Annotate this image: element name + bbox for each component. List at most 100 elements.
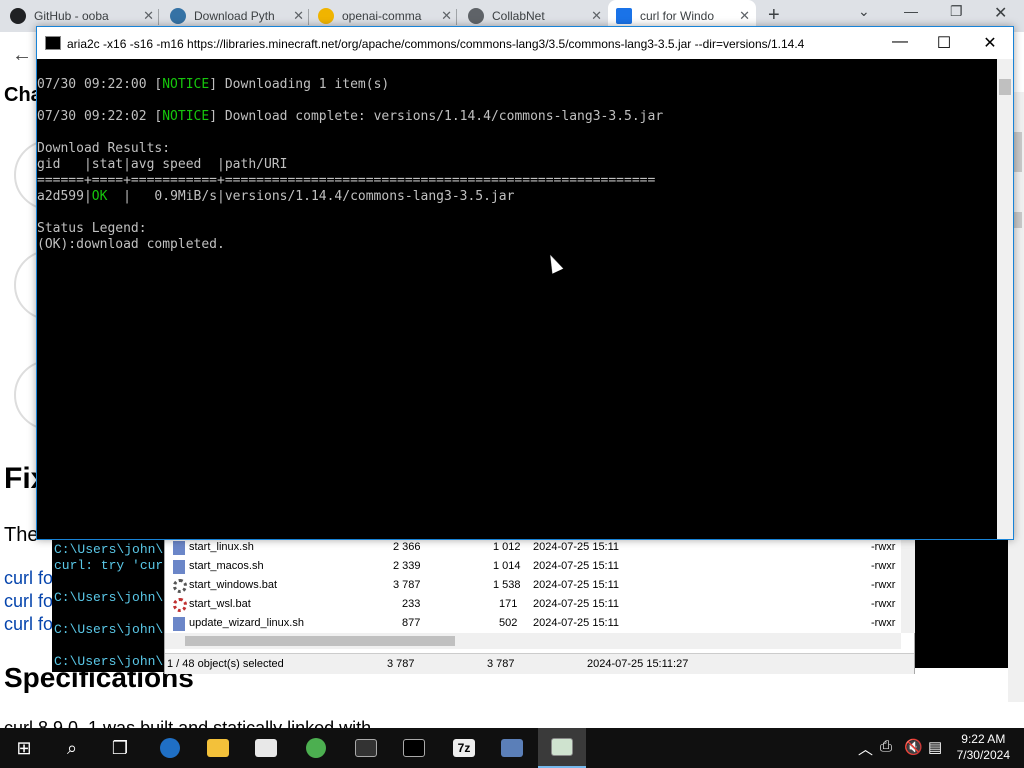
- selection-size: 3 787: [387, 658, 415, 670]
- python-icon: [170, 8, 186, 24]
- volume-muted-icon[interactable]: 🔇: [904, 738, 923, 756]
- desktop: GitHub - ooba ✕ Download Pyth ✕ openai-c…: [0, 0, 1024, 768]
- close-button[interactable]: ✕: [975, 33, 1005, 53]
- file-date: 2024-07-25 15:11: [533, 579, 620, 591]
- minimize-icon[interactable]: —: [904, 3, 918, 19]
- github-icon: [10, 8, 26, 24]
- tab-label: curl for Windo: [640, 9, 715, 23]
- folder-icon: [207, 739, 229, 757]
- tab-label: GitHub - ooba: [34, 9, 109, 23]
- console-output[interactable]: 07/30 09:22:00 [NOTICE] Downloading 1 it…: [37, 59, 997, 539]
- clock-date: 7/30/2024: [956, 748, 1010, 762]
- scroll-thumb[interactable]: [185, 636, 455, 646]
- store-icon: [255, 739, 277, 757]
- curl-link[interactable]: curl fo: [4, 568, 53, 589]
- log-prefix: 07/30 09:22:00 [: [37, 77, 163, 92]
- clock[interactable]: 9:22 AM 7/30/2024: [957, 731, 1010, 763]
- file-explorer-taskbar-button[interactable]: [194, 728, 242, 768]
- file-packed-size: 502: [499, 617, 518, 629]
- selection-count: 1 / 48 object(s) selected: [167, 658, 284, 670]
- task-view-button[interactable]: ❐: [96, 728, 144, 768]
- legend-ok: (OK):download completed.: [37, 237, 225, 252]
- close-icon[interactable]: ✕: [293, 8, 304, 24]
- log-line: 07/30 09:22:02 [NOTICE] Download complet…: [37, 109, 663, 125]
- result-status: OK: [91, 189, 108, 204]
- table-separator: ======+====+===========+================…: [37, 173, 656, 188]
- file-packed-size: 1 014: [493, 560, 521, 572]
- tab-divider: [308, 9, 309, 25]
- file-list-horizontal-scrollbar[interactable]: [165, 633, 901, 649]
- globe-icon: [468, 8, 484, 24]
- file-row[interactable]: start_macos.sh 2 339 1 014 2024-07-25 15…: [165, 558, 901, 577]
- script-icon: [173, 560, 185, 574]
- file-size: 2 339: [393, 560, 421, 572]
- file-row[interactable]: update_wizard_linux.sh 877 502 2024-07-2…: [165, 615, 901, 634]
- back-arrow-icon[interactable]: ←: [12, 44, 32, 67]
- file-packed-size: 1 012: [493, 541, 521, 553]
- result-details: | 0.9MiB/s|versions/1.14.4/commons-lang3…: [107, 189, 515, 204]
- chevron-up-icon[interactable]: ︿: [858, 738, 873, 759]
- file-size: 877: [402, 617, 421, 629]
- chrome-icon: [306, 738, 326, 758]
- file-date: 2024-07-25 15:11: [533, 617, 620, 629]
- file-date: 2024-07-25 15:11: [533, 598, 620, 610]
- tab-label: CollabNet: [492, 9, 545, 23]
- selection-packed-size: 3 787: [487, 658, 515, 670]
- results-header: Download Results:: [37, 141, 171, 156]
- terminal-icon: [403, 739, 425, 757]
- console-title-bar[interactable]: aria2c -x16 -s16 -m16 https://libraries.…: [37, 27, 1013, 59]
- file-row[interactable]: start_linux.sh 2 366 1 012 2024-07-25 15…: [165, 539, 901, 558]
- file-name: start_windows.bat: [189, 579, 278, 591]
- curl-link[interactable]: curl fo: [4, 614, 53, 635]
- curl-link[interactable]: curl fo: [4, 591, 53, 612]
- aria2c-console-window[interactable]: aria2c -x16 -s16 -m16 https://libraries.…: [36, 26, 1014, 540]
- minimize-button[interactable]: —: [885, 33, 915, 51]
- openai-icon: [318, 8, 334, 24]
- result-gid: a2d599: [37, 189, 84, 204]
- network-app-icon: [501, 739, 523, 757]
- notification-icon[interactable]: ▤: [928, 738, 942, 756]
- terminal-taskbar-button[interactable]: [390, 728, 438, 768]
- tab-divider: [158, 9, 159, 25]
- window-taskbar-button[interactable]: [342, 728, 390, 768]
- maximize-button[interactable]: ☐: [929, 33, 959, 53]
- chevron-down-icon[interactable]: ⌄: [858, 3, 870, 20]
- file-row[interactable]: start_wsl.bat 233 171 2024-07-25 15:11 -…: [165, 596, 901, 615]
- close-icon[interactable]: ✕: [739, 8, 750, 24]
- close-icon[interactable]: ✕: [994, 3, 1007, 23]
- network-icon[interactable]: ⎙: [880, 738, 892, 755]
- restore-icon[interactable]: ❐: [950, 3, 963, 20]
- script-icon: [173, 617, 185, 631]
- gear-icon: [173, 598, 187, 612]
- log-prefix: 07/30 09:22:02 [: [37, 109, 163, 124]
- log-message: ] Download complete: versions/1.14.4/com…: [209, 109, 664, 124]
- console-taskbar-button[interactable]: [538, 728, 586, 768]
- background-terminal-edge: [915, 538, 1008, 668]
- start-button[interactable]: ⊞: [0, 728, 48, 768]
- close-icon[interactable]: ✕: [441, 8, 452, 24]
- file-list-vertical-scrollbar[interactable]: [901, 539, 915, 633]
- file-manager-window[interactable]: start_linux.sh 2 366 1 012 2024-07-25 15…: [164, 538, 915, 674]
- file-size: 2 366: [393, 541, 421, 553]
- console-scrollbar[interactable]: [997, 59, 1013, 539]
- paragraph-start: The: [4, 524, 39, 546]
- close-icon[interactable]: ✕: [143, 8, 154, 24]
- windows-icon: ⊞: [16, 737, 32, 758]
- network-app-taskbar-button[interactable]: [488, 728, 536, 768]
- store-taskbar-button[interactable]: [242, 728, 290, 768]
- new-tab-button[interactable]: +: [768, 4, 780, 27]
- edge-taskbar-button[interactable]: [146, 728, 194, 768]
- close-icon[interactable]: ✕: [591, 8, 602, 24]
- search-button[interactable]: ⌕: [48, 728, 96, 768]
- window-icon: [355, 739, 377, 757]
- chrome-taskbar-button[interactable]: [292, 728, 340, 768]
- terminal-line: curl: try 'cur: [54, 558, 164, 573]
- file-name: start_macos.sh: [189, 560, 264, 572]
- scroll-thumb[interactable]: [999, 79, 1011, 95]
- terminal-line: C:\Users\john\: [54, 654, 164, 669]
- log-message: ] Downloading 1 item(s): [209, 77, 390, 92]
- 7zip-taskbar-button[interactable]: 7z: [440, 728, 488, 768]
- file-row[interactable]: start_windows.bat 3 787 1 538 2024-07-25…: [165, 577, 901, 596]
- background-terminal[interactable]: C:\Users\john\ curl: try 'cur C:\Users\j…: [52, 538, 172, 672]
- console-icon: [45, 36, 61, 50]
